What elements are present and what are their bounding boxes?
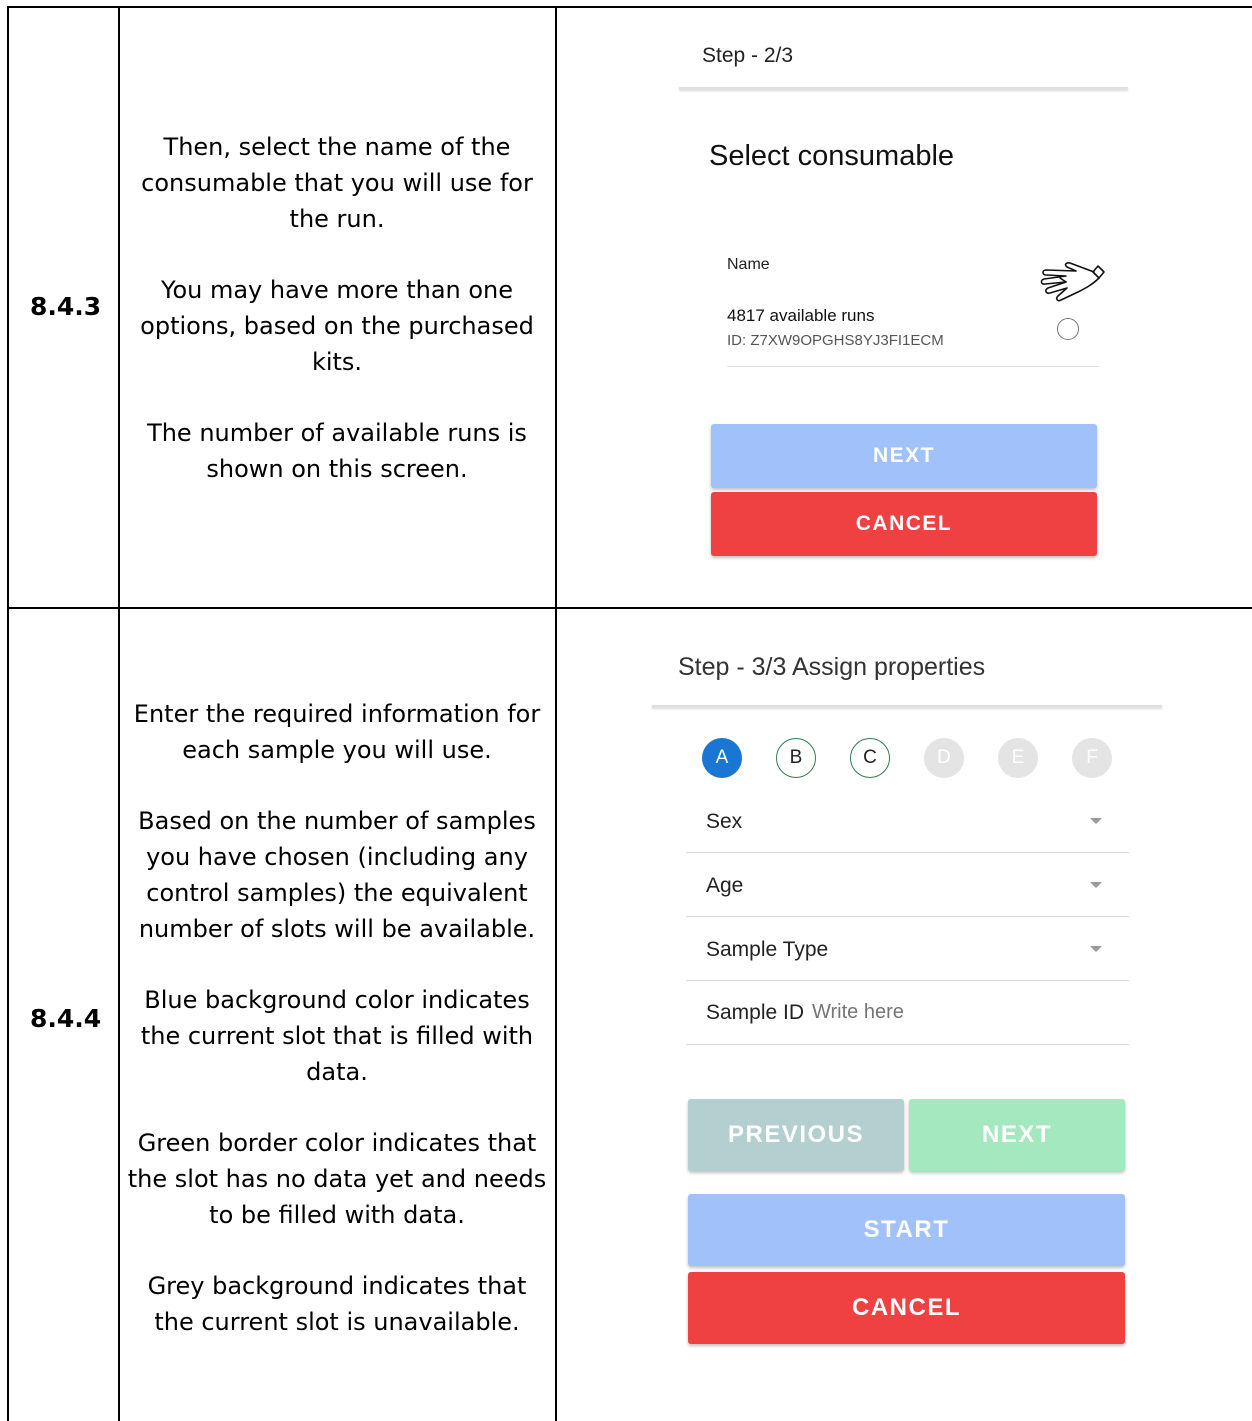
field-divider — [686, 1044, 1129, 1045]
field-divider — [686, 916, 1129, 917]
dropdown-caret-icon — [1090, 882, 1102, 888]
next-button[interactable]: NEXT — [909, 1099, 1125, 1171]
step-number: 8.4.4 — [30, 1004, 102, 1033]
slot-c[interactable]: C — [850, 738, 890, 778]
age-label: Age — [706, 874, 744, 897]
dropdown-caret-icon — [1090, 946, 1102, 952]
slot-e: E — [998, 738, 1038, 778]
step-title: Step - 3/3 Assign properties — [678, 653, 986, 681]
sex-label: Sex — [706, 810, 743, 833]
slot-f: F — [1072, 738, 1112, 778]
field-divider — [686, 852, 1129, 853]
consumable-runs: 4817 available runs — [727, 306, 875, 325]
description-paragraph: Then, select the name of the consumable … — [141, 133, 533, 233]
consumable-screen: Step - 2/3 Select consumable Name 4817 a… — [560, 8, 1250, 605]
step-number: 8.4.3 — [30, 292, 102, 321]
cancel-button[interactable]: CANCEL — [711, 492, 1097, 556]
description-paragraph: You may have more than one options, base… — [140, 276, 534, 376]
description-paragraph: Grey background indicates that the curre… — [147, 1272, 527, 1336]
table-row-divider — [7, 607, 1252, 609]
age-select[interactable]: Age — [686, 854, 1129, 916]
table-divider-step — [118, 6, 120, 1421]
sample-type-select[interactable]: Sample Type — [686, 918, 1129, 980]
slot-b[interactable]: B — [776, 738, 816, 778]
cancel-button[interactable]: CANCEL — [688, 1272, 1125, 1344]
next-button[interactable]: NEXT — [711, 424, 1097, 488]
header-divider — [652, 705, 1162, 708]
description-paragraph: The number of available runs is shown on… — [147, 419, 527, 483]
field-divider — [686, 980, 1129, 981]
description-paragraph: Based on the number of samples you have … — [138, 807, 536, 943]
radio-button-icon[interactable] — [1057, 318, 1079, 340]
dropdown-caret-icon — [1090, 818, 1102, 824]
list-divider — [727, 366, 1099, 367]
sample-id-field: Sample ID — [686, 982, 1129, 1044]
previous-button[interactable]: PREVIOUS — [688, 1099, 904, 1171]
sample-id-label: Sample ID — [706, 1001, 805, 1024]
description-paragraph: Blue background color indicates the curr… — [140, 986, 534, 1086]
start-button[interactable]: START — [688, 1194, 1125, 1266]
header-divider — [679, 87, 1128, 90]
page-title: Select consumable — [709, 140, 955, 172]
description-paragraph: Enter the required information for each … — [133, 700, 541, 764]
table-divider-screen — [555, 6, 557, 1421]
step-description: Enter the required information for each … — [125, 696, 549, 1340]
list-header: Name — [727, 256, 770, 273]
table-border-left — [7, 6, 9, 1421]
consumable-id: ID: Z7XW9OPGHS8YJ3FI1ECM — [727, 332, 944, 349]
slot-a[interactable]: A — [702, 738, 742, 778]
step-description: Then, select the name of the consumable … — [125, 129, 549, 487]
sample-type-label: Sample Type — [706, 938, 829, 961]
slot-d: D — [924, 738, 964, 778]
step-title: Step - 2/3 — [702, 44, 794, 67]
sex-select[interactable]: Sex — [686, 790, 1129, 852]
sample-id-input[interactable] — [810, 996, 1114, 1028]
pointing-hand-icon — [1036, 258, 1106, 314]
description-paragraph: Green border color indicates that the sl… — [127, 1129, 547, 1229]
assign-properties-screen: Step - 3/3 Assign properties A B C D E F… — [560, 610, 1250, 1421]
